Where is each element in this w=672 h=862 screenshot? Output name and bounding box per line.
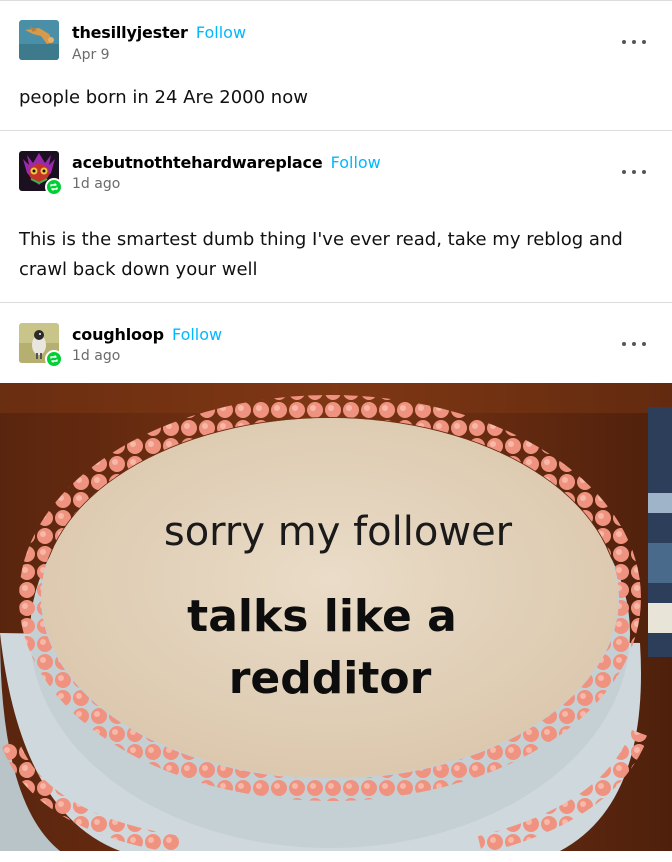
username[interactable]: coughloop [72,325,164,344]
post-header: thesillyjester Follow Apr 9 [0,1,672,81]
post-header: acebutnothtehardwareplace Follow 1d ago [0,131,672,211]
name-line: acebutnothtehardwareplace Follow [72,152,381,174]
cake-text-line3: redditor [229,653,432,704]
name-line: coughloop Follow [72,324,222,346]
post-text: people born in 24 Are 2000 now [19,87,308,108]
post-acebutnothtehardwareplace: acebutnothtehardwareplace Follow 1d ago … [0,131,672,303]
follow-button[interactable]: Follow [331,153,381,172]
post-image[interactable]: sorry my follower talks like a redditor [0,383,672,851]
cake-meme-image: sorry my follower talks like a redditor [0,383,672,851]
follow-button[interactable]: Follow [196,23,246,42]
giraffe-photo-avatar-icon [19,20,59,60]
reblog-icon [45,350,63,368]
post-thesillyjester: thesillyjester Follow Apr 9 people born … [0,1,672,131]
post-date: Apr 9 [72,47,110,63]
cake-text-line2: talks like a [187,591,457,642]
post-date: 1d ago [72,176,121,192]
more-options-icon[interactable] [622,167,646,177]
follow-button[interactable]: Follow [172,325,222,344]
more-options-icon[interactable] [622,339,646,349]
avatar[interactable] [19,20,59,60]
post-text: This is the smartest dumb thing I've eve… [19,229,623,280]
name-line: thesillyjester Follow [72,22,246,44]
more-options-icon[interactable] [622,37,646,47]
post-coughloop: coughloop Follow 1d ago sorry my followe… [0,303,672,851]
username[interactable]: acebutnothtehardwareplace [72,153,323,172]
post-header: coughloop Follow 1d ago [0,303,672,383]
username[interactable]: thesillyjester [72,23,188,42]
cake-text-line1: sorry my follower [164,509,513,555]
reblog-icon [45,178,63,196]
post-date: 1d ago [72,348,121,364]
